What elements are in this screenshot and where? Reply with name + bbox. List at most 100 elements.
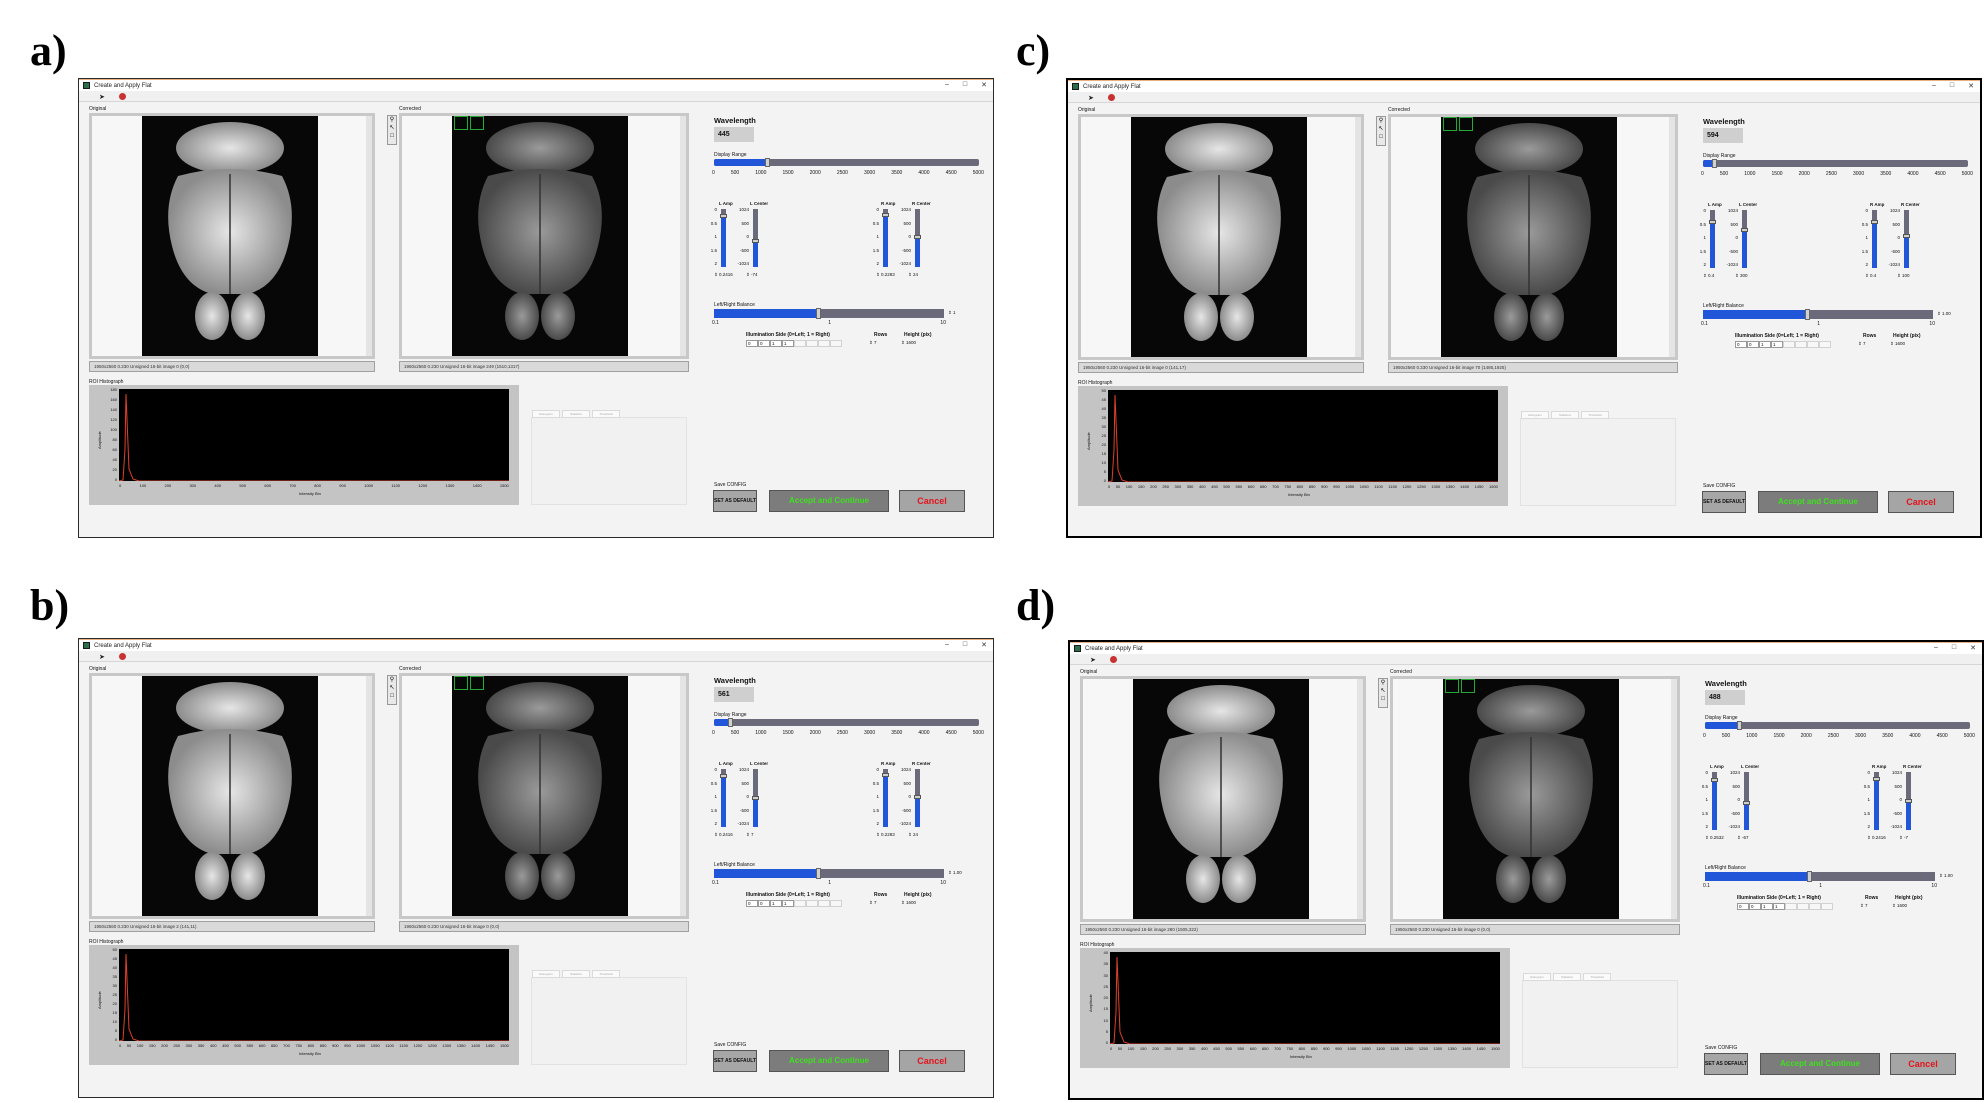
- r-amp-slider[interactable]: [882, 769, 889, 827]
- minimize-icon[interactable]: –: [1934, 644, 1938, 652]
- image-tool-palette[interactable]: ⚲ ↖ □: [1376, 116, 1386, 146]
- illumination-array[interactable]: 0011: [1735, 341, 1831, 348]
- illumination-cell[interactable]: 1: [1773, 903, 1785, 910]
- r-amp-slider[interactable]: [1871, 210, 1878, 268]
- vertical-slider-thumb[interactable]: [882, 773, 889, 778]
- histogram-side-tabs[interactable]: Histogram Statistics Threshold: [1522, 973, 1678, 1068]
- stop-icon[interactable]: [119, 93, 126, 100]
- corrected-scrollbar[interactable]: [1671, 679, 1677, 919]
- rows-value[interactable]: ⇕ 7: [869, 340, 877, 346]
- illumination-cell[interactable]: [794, 340, 806, 347]
- r-amp-value[interactable]: ⇕ 0.2283: [876, 832, 895, 838]
- tab-statistics[interactable]: Statistics: [1553, 973, 1581, 981]
- balance-thumb[interactable]: [1804, 309, 1810, 320]
- l-center-value[interactable]: ⇕ -67: [1737, 835, 1749, 841]
- original-brain-image[interactable]: [1131, 117, 1307, 357]
- tab-threshold[interactable]: Threshold: [1583, 973, 1611, 981]
- l-center-value[interactable]: ⇕ -74: [746, 272, 758, 278]
- accept-continue-button[interactable]: Accept and Continue: [769, 1050, 889, 1072]
- vertical-slider-thumb[interactable]: [1903, 234, 1910, 239]
- stop-icon[interactable]: [1110, 656, 1117, 663]
- maximize-icon[interactable]: □: [963, 641, 967, 649]
- roi-histogram[interactable]: 40 35 30 25 20 15 10 5 0 0 50 100 150 200 250 300 350 40…: [1080, 948, 1510, 1068]
- illumination-cell[interactable]: 1: [1761, 903, 1773, 910]
- maximize-icon[interactable]: □: [1952, 644, 1956, 652]
- display-range-thumb[interactable]: [1737, 721, 1743, 730]
- corrected-brain-image[interactable]: [452, 676, 628, 916]
- corrected-image-panel[interactable]: [399, 673, 689, 919]
- illumination-cell[interactable]: [830, 340, 842, 347]
- corrected-brain-image[interactable]: [1443, 679, 1619, 919]
- r-center-value[interactable]: ⇕ 24: [908, 832, 918, 838]
- l-amp-slider[interactable]: [720, 209, 727, 267]
- roi-histogram[interactable]: 180 160 140 120 100 80 60 40 20 0 0 100 200 300 400 50…: [89, 385, 519, 505]
- vertical-slider-thumb[interactable]: [720, 213, 727, 218]
- l-center-slider[interactable]: [752, 769, 759, 827]
- vertical-slider-thumb[interactable]: [1709, 219, 1716, 224]
- vertical-slider-thumb[interactable]: [1743, 800, 1750, 805]
- tab-statistics[interactable]: Statistics: [562, 410, 590, 418]
- original-scrollbar[interactable]: [366, 676, 372, 916]
- l-center-value[interactable]: ⇕ 300: [1735, 273, 1748, 279]
- illumination-cell[interactable]: 1: [770, 900, 782, 907]
- original-image-panel[interactable]: [89, 673, 375, 919]
- display-range-thumb[interactable]: [1711, 159, 1717, 168]
- illumination-cell[interactable]: [1819, 341, 1831, 348]
- illumination-cell[interactable]: 0: [1749, 903, 1761, 910]
- corrected-image-panel[interactable]: [1390, 676, 1680, 922]
- stop-icon[interactable]: [1108, 94, 1115, 101]
- image-tool-palette[interactable]: ⚲ ↖ □: [387, 115, 397, 145]
- r-center-slider[interactable]: [914, 209, 921, 267]
- original-scrollbar[interactable]: [1355, 117, 1361, 357]
- balance-value[interactable]: ⇕ 1.00: [1937, 311, 1951, 317]
- rows-value[interactable]: ⇕ 7: [1858, 341, 1866, 347]
- illumination-cell[interactable]: [1797, 903, 1809, 910]
- vertical-slider-thumb[interactable]: [1905, 799, 1912, 803]
- tab-statistics[interactable]: Statistics: [562, 970, 590, 978]
- tab-histogram[interactable]: Histogram: [532, 410, 560, 418]
- tab-histogram[interactable]: Histogram: [532, 970, 560, 978]
- accept-continue-button[interactable]: Accept and Continue: [769, 490, 889, 512]
- corrected-scrollbar[interactable]: [680, 676, 686, 916]
- set-as-default-button[interactable]: SET AS DEFAULT: [1702, 491, 1746, 513]
- balance-value[interactable]: ⇕ 1: [948, 310, 956, 316]
- vertical-slider-thumb[interactable]: [1873, 776, 1880, 781]
- height-value[interactable]: ⇕ 1600: [901, 900, 916, 906]
- illumination-cell[interactable]: 1: [782, 900, 794, 907]
- balance-value[interactable]: ⇕ 1.00: [948, 870, 962, 876]
- r-amp-slider[interactable]: [882, 209, 889, 267]
- l-center-slider[interactable]: [752, 209, 759, 267]
- tab-histogram[interactable]: Histogram: [1521, 411, 1549, 419]
- stop-icon[interactable]: [119, 653, 126, 660]
- arrow-right-icon[interactable]: ➤: [1090, 656, 1096, 664]
- original-image-panel[interactable]: [89, 113, 375, 359]
- set-as-default-button[interactable]: SET AS DEFAULT: [713, 1050, 757, 1072]
- tab-threshold[interactable]: Threshold: [1581, 411, 1609, 419]
- original-image-panel[interactable]: [1078, 114, 1364, 360]
- illumination-cell[interactable]: 1: [1759, 341, 1771, 348]
- illumination-cell[interactable]: 0: [1747, 341, 1759, 348]
- display-range-slider[interactable]: [714, 719, 979, 726]
- original-scrollbar[interactable]: [1357, 679, 1363, 919]
- height-value[interactable]: ⇕ 1600: [901, 340, 916, 346]
- close-icon[interactable]: ✕: [1970, 644, 1976, 652]
- l-center-value[interactable]: ⇕ 7: [746, 832, 754, 838]
- illumination-cell[interactable]: 0: [758, 900, 770, 907]
- arrow-right-icon[interactable]: ➤: [99, 93, 105, 101]
- l-amp-value[interactable]: ⇕ 0.2416: [714, 832, 733, 838]
- vertical-slider-thumb[interactable]: [914, 795, 921, 800]
- r-center-slider[interactable]: [1905, 772, 1912, 830]
- illumination-cell[interactable]: 0: [1737, 903, 1749, 910]
- illumination-cell[interactable]: [1795, 341, 1807, 348]
- accept-continue-button[interactable]: Accept and Continue: [1758, 491, 1878, 513]
- illumination-cell[interactable]: 1: [782, 340, 794, 347]
- balance-thumb[interactable]: [815, 308, 821, 319]
- corrected-scrollbar[interactable]: [1669, 117, 1675, 357]
- rows-value[interactable]: ⇕ 7: [1860, 903, 1868, 909]
- r-center-slider[interactable]: [1903, 210, 1910, 268]
- original-image-panel[interactable]: [1080, 676, 1366, 922]
- corrected-scrollbar[interactable]: [680, 116, 686, 356]
- original-scrollbar[interactable]: [366, 116, 372, 356]
- cancel-button[interactable]: Cancel: [899, 490, 965, 512]
- set-as-default-button[interactable]: SET AS DEFAULT: [1704, 1053, 1748, 1075]
